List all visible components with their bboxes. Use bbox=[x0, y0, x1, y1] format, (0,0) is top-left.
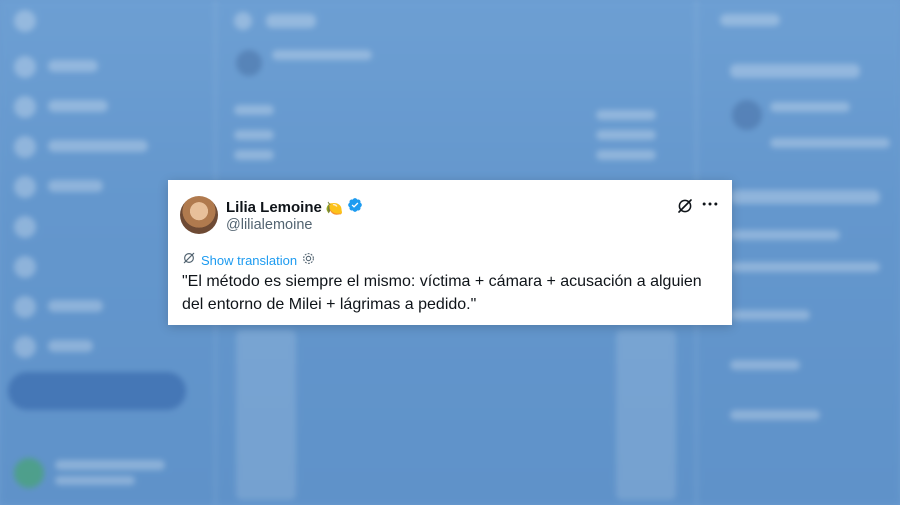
verified-badge-icon bbox=[347, 197, 363, 218]
show-translation-link[interactable]: Show translation bbox=[201, 253, 297, 268]
translate-row: Show translation bbox=[182, 251, 315, 270]
blurred-right-panel bbox=[710, 0, 900, 505]
author-handle[interactable]: @lilialemoine bbox=[226, 217, 312, 233]
author-name-row: Lilia Lemoine 🍋 bbox=[226, 197, 363, 218]
tweet-card[interactable]: Lilia Lemoine 🍋 @lilialemoine Show trans… bbox=[168, 180, 732, 325]
author-name[interactable]: Lilia Lemoine bbox=[226, 199, 322, 216]
author-avatar[interactable] bbox=[180, 196, 218, 234]
more-options-icon[interactable] bbox=[700, 194, 720, 214]
tweet-text: "El método es siempre el mismo: víctima … bbox=[182, 273, 702, 313]
translate-icon bbox=[182, 251, 196, 270]
lemon-emoji: 🍋 bbox=[325, 199, 344, 216]
gear-icon[interactable] bbox=[302, 252, 315, 270]
grok-icon[interactable] bbox=[676, 197, 694, 215]
